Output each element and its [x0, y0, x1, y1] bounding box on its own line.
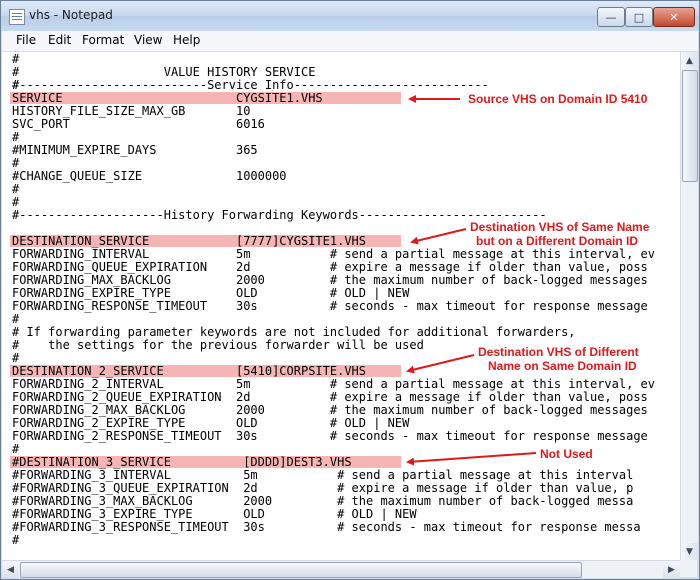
close-button[interactable]: ✕: [653, 7, 695, 27]
maximize-button[interactable]: □: [625, 7, 653, 27]
notepad-app-icon[interactable]: [9, 9, 25, 25]
horizontal-scroll-thumb[interactable]: [20, 562, 582, 578]
scroll-left-arrow-icon[interactable]: ◀: [2, 561, 19, 578]
minimize-button[interactable]: —: [597, 7, 625, 27]
notepad-window: vhs - Notepad — □ ✕ File Edit Format Vie…: [0, 0, 700, 580]
arrow-destination-3-service: [406, 452, 537, 466]
title-bar[interactable]: vhs - Notepad — □ ✕: [1, 1, 699, 31]
vertical-scroll-thumb[interactable]: [682, 70, 698, 182]
arrow-destination-service: [410, 228, 467, 245]
menu-bar: File Edit Format View Help: [2, 31, 698, 52]
horizontal-scrollbar[interactable]: ◀ ▶: [2, 560, 680, 578]
scroll-down-arrow-icon[interactable]: ▼: [681, 543, 698, 560]
scroll-up-arrow-icon[interactable]: ▲: [681, 52, 698, 69]
arrow-destination-2-service: [406, 354, 475, 374]
window-title: vhs - Notepad: [29, 8, 113, 22]
menu-format[interactable]: Format: [82, 33, 124, 47]
menu-edit[interactable]: Edit: [48, 33, 71, 47]
scroll-right-arrow-icon[interactable]: ▶: [663, 561, 680, 578]
resize-grip[interactable]: [680, 560, 697, 577]
annotation-arrows: [406, 95, 537, 466]
text-editor[interactable]: # # VALUE HISTORY SERVICE # #-----------…: [2, 52, 680, 560]
menu-view[interactable]: View: [134, 33, 162, 47]
menu-help[interactable]: Help: [173, 33, 200, 47]
menu-file[interactable]: File: [16, 33, 36, 47]
vertical-scrollbar[interactable]: ▲ ▼: [680, 52, 698, 560]
